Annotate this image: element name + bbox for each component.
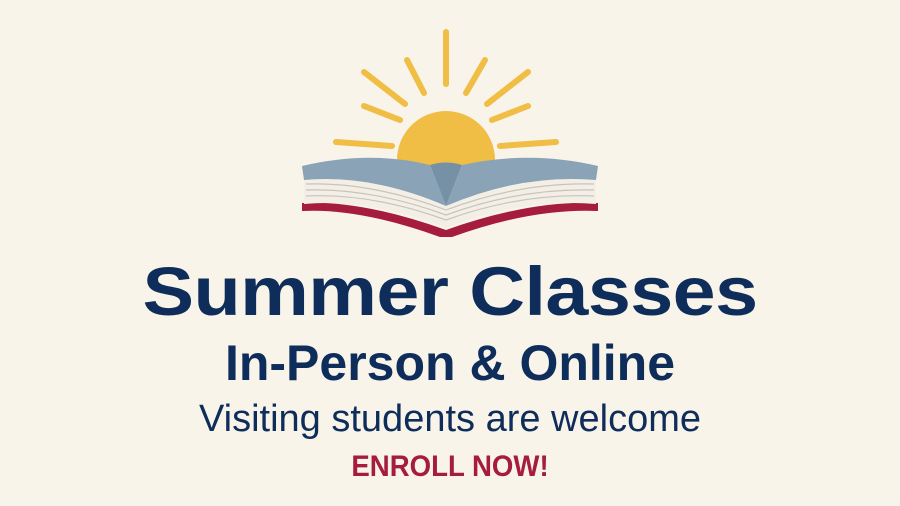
sun — [397, 111, 495, 166]
subhead: In-Person & Online — [224, 335, 676, 391]
summer-classes-banner: Summer Classes In-Person & Online Visiti… — [0, 0, 900, 506]
tagline: Visiting students are welcome — [199, 398, 701, 440]
open-book-with-rising-sun-icon — [302, 29, 598, 237]
enroll-now-cta[interactable]: ENROLL NOW! — [36, 448, 864, 486]
headline: Summer Classes — [142, 253, 758, 330]
